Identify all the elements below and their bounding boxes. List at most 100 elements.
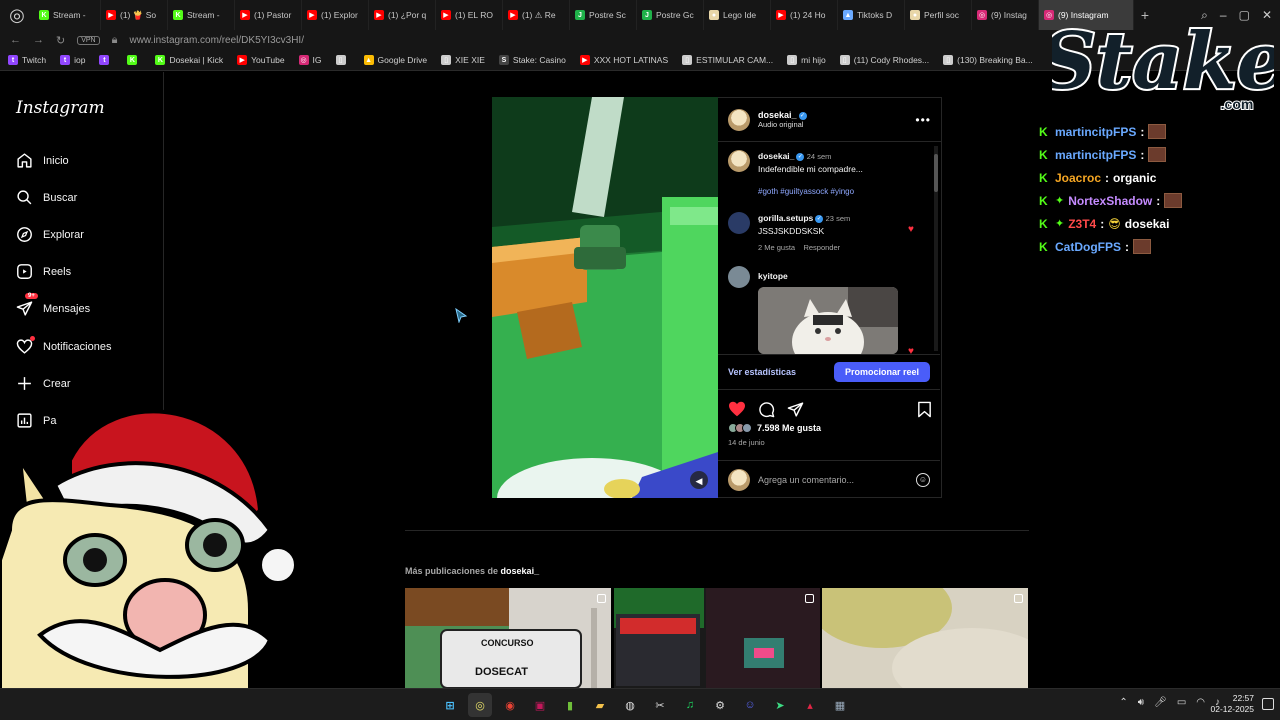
commenter-avatar[interactable] (728, 266, 750, 288)
bookmark-item[interactable]: t iop (60, 55, 85, 65)
comment-like-heart-icon[interactable]: ♥ (908, 346, 914, 354)
browser-tab[interactable]: ▲ Tiktoks D (838, 0, 905, 30)
media-app-taskbar-icon[interactable]: ▣ (528, 693, 552, 717)
opera-gx-taskbar-icon[interactable]: ◎ (468, 693, 492, 717)
bookmark-item[interactable]: ▯ (335, 55, 350, 65)
browser-tab[interactable]: ● Lego Ide (704, 0, 771, 30)
commenter-avatar[interactable] (728, 212, 750, 234)
save-bookmark-icon[interactable] (917, 401, 932, 418)
bookmark-item[interactable]: t Twitch (8, 55, 46, 65)
caption-avatar[interactable] (728, 150, 750, 172)
promote-reel-button[interactable]: Promocionar reel (833, 362, 930, 382)
comment-username[interactable]: gorilla.setups (758, 213, 813, 223)
browser-tab[interactable]: J Postre Sc (570, 0, 637, 30)
share-icon[interactable] (787, 401, 804, 418)
comment-input[interactable]: Agrega un comentario... (758, 475, 854, 485)
reply-link[interactable]: Responder (803, 243, 840, 252)
notifications-icon[interactable] (1262, 698, 1274, 710)
network-icon[interactable]: ▭ (1177, 697, 1186, 708)
grid-post[interactable]: CONCURSO DOSECAT (405, 588, 612, 688)
browser-tab[interactable]: ▶ (1) ⚠ Re (503, 0, 570, 30)
file-explorer-taskbar-icon[interactable]: ▰ (588, 693, 612, 717)
more-options-button[interactable]: ••• (915, 113, 931, 127)
bookmark-item[interactable]: ▯ XIE XIE (441, 55, 485, 65)
back-icon[interactable]: ← (10, 34, 21, 46)
grid-post[interactable] (613, 588, 821, 688)
audio-label[interactable]: Audio original (758, 120, 807, 129)
app-taskbar-icon[interactable]: ▴ (798, 693, 822, 717)
url-field[interactable]: www.instagram.com/reel/DK5YI3cv3HI/ (129, 35, 304, 46)
calculator-taskbar-icon[interactable]: ▦ (828, 693, 852, 717)
more-posts-username[interactable]: dosekai_ (501, 566, 540, 576)
browser-tab[interactable]: J Postre Gc (637, 0, 704, 30)
browser-tab[interactable]: K Stream - (34, 0, 101, 30)
start-button-icon[interactable]: ⊞ (438, 693, 462, 717)
scrollbar-thumb[interactable] (934, 154, 938, 192)
lock-icon[interactable]: 🔒︎ (112, 34, 118, 47)
bookmark-item[interactable]: ▯ (11) Cody Rhodes... (839, 55, 929, 65)
browser-tab[interactable]: K Stream - (168, 0, 235, 30)
browser-tab[interactable]: ▶ (1) EL RO (436, 0, 503, 30)
caption-username[interactable]: dosekai_ (758, 151, 794, 161)
bookmark-item[interactable]: S Stake: Casino (498, 55, 566, 65)
wifi-icon[interactable]: ◠ (1196, 697, 1205, 708)
caption-hashtags[interactable]: #goth #guiltyassock #yingo (758, 187, 863, 196)
document-app-taskbar-icon[interactable]: ▮ (558, 693, 582, 717)
steam-taskbar-icon[interactable]: ⚙ (708, 693, 732, 717)
like-heart-icon[interactable] (728, 401, 746, 417)
chat-message-text: dosekai (1124, 216, 1170, 231)
grid-post[interactable] (822, 588, 1029, 688)
bookmark-item[interactable]: ▯ (130) Breaking Ba... (943, 55, 1033, 65)
chrome-taskbar-icon[interactable]: ◉ (498, 693, 522, 717)
browser-tab[interactable]: ● Perfil soc (905, 0, 972, 30)
reload-icon[interactable]: ↻ (56, 34, 65, 47)
nav-item-explorar[interactable]: Explorar (16, 226, 84, 243)
nav-item-inicio[interactable]: Inicio (16, 152, 69, 169)
browser-tab[interactable]: ▶ (1) ¿Por q (369, 0, 436, 30)
streaming-app-taskbar-icon[interactable]: ➤ (768, 693, 792, 717)
comment-username[interactable]: kyitope (758, 271, 788, 281)
instagram-logo[interactable]: Instagram (16, 98, 105, 118)
capcut-taskbar-icon[interactable]: ✂ (648, 693, 672, 717)
bookmark-item[interactable]: ▶ XXX HOT LATINAS (579, 55, 668, 65)
likes-count[interactable]: 7.598 Me gusta (757, 423, 821, 433)
bookmark-item[interactable]: ▯ ESTIMULAR CAM... (682, 55, 773, 65)
forward-icon[interactable]: → (33, 34, 44, 46)
author-username[interactable]: dosekai_ (758, 110, 797, 120)
emoji-icon[interactable]: ☺ (916, 472, 930, 487)
obs-taskbar-icon[interactable]: ◍ (618, 693, 642, 717)
comments-scrollbar[interactable] (934, 146, 938, 351)
nav-item-mensajes[interactable]: 9+ Mensajes (16, 293, 90, 317)
nav-item-reels[interactable]: Reels (16, 263, 71, 280)
bookmark-item[interactable]: t (99, 55, 113, 65)
taskbar-clock[interactable]: 22:57 02-12-2025 (1211, 693, 1254, 715)
comment-icon[interactable] (758, 401, 775, 418)
bookmark-item[interactable]: ▶ YouTube (237, 55, 285, 65)
bookmark-item[interactable]: K (127, 55, 141, 65)
speaker-icon[interactable]: 🔊︎ (1138, 697, 1144, 708)
browser-tab[interactable]: ▶ (1) Explor (302, 0, 369, 30)
spotify-taskbar-icon[interactable]: ♫ (678, 693, 702, 717)
opera-gx-logo-icon[interactable]: ◎ (0, 0, 34, 30)
bookmark-item[interactable]: K Dosekai | Kick (155, 55, 223, 65)
author-avatar[interactable] (728, 108, 750, 131)
bookmark-item[interactable]: ▯ mi hijo (787, 55, 826, 65)
browser-tab[interactable]: ▶ (1) 24 Ho (771, 0, 838, 30)
likes-summary[interactable]: 7.598 Me gusta (728, 423, 821, 433)
reel-video[interactable]: ◀ (492, 97, 718, 498)
view-insights-link[interactable]: Ver estadísticas (728, 367, 796, 377)
nav-item-notificaciones[interactable]: Notificaciones (16, 336, 111, 355)
discord-taskbar-icon[interactable]: ☺ (738, 693, 762, 717)
comment-like-heart-icon[interactable]: ♥ (908, 224, 914, 235)
comment-cat-image[interactable] (758, 287, 898, 354)
browser-tab[interactable]: ▶ (1) 🍟 So (101, 0, 168, 30)
vpn-badge[interactable]: VPN (77, 35, 100, 45)
bookmark-item[interactable]: ◎ IG (298, 55, 322, 65)
browser-tab[interactable]: ◎ (9) Instag (972, 0, 1039, 30)
browser-tab[interactable]: ▶ (1) Pastor (235, 0, 302, 30)
bookmark-item[interactable]: ▲ Google Drive (363, 55, 427, 65)
nav-item-buscar[interactable]: Buscar (16, 189, 77, 206)
tray-overflow-icon[interactable]: ⌃ (1119, 697, 1127, 708)
microphone-icon[interactable]: 🎤︎ (1154, 697, 1167, 708)
comment-likes[interactable]: 2 Me gusta (758, 243, 795, 252)
